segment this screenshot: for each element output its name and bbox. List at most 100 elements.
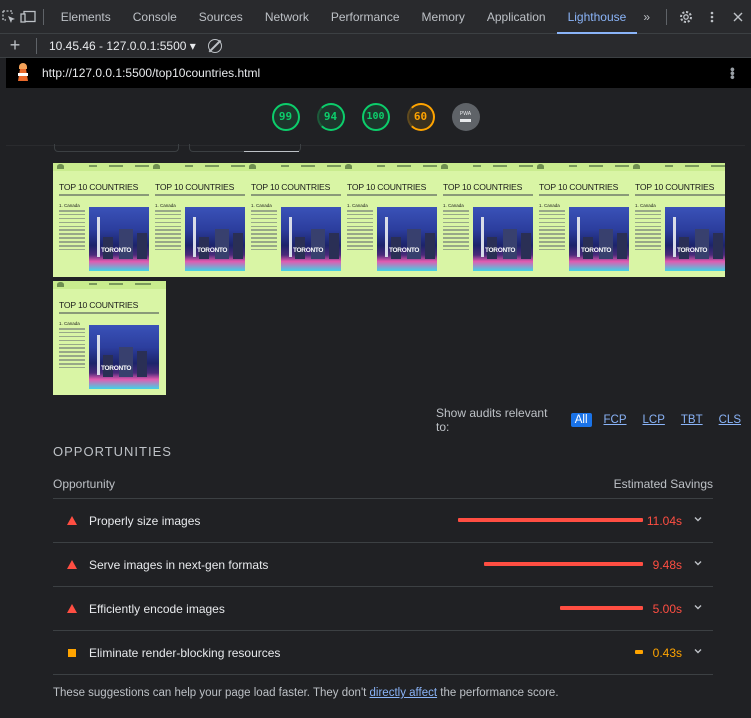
fail-triangle-icon	[67, 560, 77, 569]
tab-console[interactable]: Console	[122, 0, 188, 34]
inspect-element-icon[interactable]	[0, 0, 19, 34]
frame-title: TOP 10 COUNTRIES	[443, 182, 523, 192]
savings-bar	[484, 562, 643, 566]
lighthouse-logo-icon	[16, 63, 30, 83]
frame-heading: 1. Canada	[59, 203, 80, 208]
lighthouse-toolbar: + 10.45.46 - 127.0.0.1:5500 ▾	[0, 34, 751, 58]
frame-subtitle-line	[443, 194, 533, 196]
opportunities-header: Opportunity Estimated Savings	[53, 477, 713, 499]
seo-gauge[interactable]: 60	[406, 102, 435, 131]
frame-text-lines	[59, 210, 85, 253]
close-icon[interactable]	[725, 0, 751, 34]
col-savings: Estimated Savings	[613, 477, 713, 491]
frame-logo-icon	[153, 164, 160, 169]
frame-text-lines	[539, 210, 565, 253]
pwa-badge[interactable]: PWA	[451, 102, 480, 131]
filmstrip-frame: TOP 10 COUNTRIES 1. Canada TORONTO	[629, 163, 725, 277]
tab-sources[interactable]: Sources	[188, 0, 254, 34]
opportunities-title: OPPORTUNITIES	[53, 444, 172, 459]
opportunity-row[interactable]: Properly size images 11.04s	[53, 499, 713, 543]
frame-subtitle-line	[347, 194, 437, 196]
expand-chevron-icon[interactable]	[693, 556, 703, 571]
filter-lcp[interactable]: LCP	[639, 413, 669, 427]
tab-elements[interactable]: Elements	[50, 0, 122, 34]
frame-subtitle-line	[251, 194, 341, 196]
frame-text-lines	[635, 210, 661, 253]
filmstrip-frame: TOP 10 COUNTRIES 1. Canada TORONTO	[533, 163, 629, 277]
opportunity-label: Serve images in next-gen formats	[89, 557, 269, 572]
frame-text-lines	[155, 210, 181, 253]
opportunity-row[interactable]: Serve images in next-gen formats 9.48s	[53, 543, 713, 587]
report-url-bar: http://127.0.0.1:5500/top10countries.htm…	[6, 58, 751, 88]
tab-network[interactable]: Network	[254, 0, 320, 34]
more-options-icon[interactable]	[699, 0, 725, 34]
opportunity-label: Properly size images	[89, 513, 201, 528]
frame-logo-icon	[345, 164, 352, 169]
performance-gauge[interactable]: 99	[271, 102, 300, 131]
savings-value: 11.04s	[646, 514, 682, 528]
fail-triangle-icon	[67, 604, 77, 613]
frame-image-text: TORONTO	[677, 247, 708, 254]
frame-image-text: TORONTO	[101, 247, 132, 254]
more-tabs-icon[interactable]: »	[637, 0, 656, 34]
frame-logo-icon	[249, 164, 256, 169]
frame-heading: 1. Canada	[347, 203, 368, 208]
expand-chevron-icon[interactable]	[693, 512, 703, 527]
frame-city-image: TORONTO	[569, 207, 629, 271]
filmstrip-frame: TOP 10 COUNTRIES 1. Canada TORONTO	[53, 163, 149, 277]
savings-value: 0.43s	[652, 646, 682, 660]
frame-subtitle-line	[59, 312, 159, 314]
frame-city-image: TORONTO	[665, 207, 725, 271]
frame-nav	[53, 281, 166, 289]
tab-application[interactable]: Application	[476, 0, 557, 34]
lighthouse-report: 99 94 100 60 PWA TOP 10 COUNTRIES 1. Cana…	[6, 88, 745, 718]
expand-chevron-icon[interactable]	[693, 644, 703, 659]
clear-reports-icon[interactable]	[207, 38, 222, 53]
score-gauges: 99 94 100 60 PWA	[6, 88, 745, 146]
filter-all[interactable]: All	[570, 413, 592, 427]
frame-nav	[53, 163, 149, 171]
savings-value: 5.00s	[652, 602, 682, 616]
settings-gear-icon[interactable]	[673, 0, 699, 34]
frame-title: TOP 10 COUNTRIES	[59, 300, 139, 310]
savings-bar	[458, 518, 643, 522]
tab-lighthouse[interactable]: Lighthouse	[556, 0, 638, 34]
frame-heading: 1. Canada	[251, 203, 272, 208]
frame-nav	[629, 163, 725, 171]
frame-heading: 1. Canada	[539, 203, 560, 208]
average-square-icon	[68, 648, 76, 657]
device-toolbar-icon[interactable]	[19, 0, 38, 34]
new-report-button[interactable]: +	[0, 35, 30, 56]
best-practices-gauge[interactable]: 100	[361, 102, 390, 131]
frame-nav	[149, 163, 245, 171]
savings-bar	[560, 606, 643, 610]
frame-subtitle-line	[635, 194, 725, 196]
frame-city-image: TORONTO	[281, 207, 341, 271]
tab-performance[interactable]: Performance	[320, 0, 411, 34]
opportunity-row[interactable]: Eliminate render-blocking resources 0.43s	[53, 631, 713, 675]
frame-heading: 1. Canada	[155, 203, 176, 208]
directly-affect-link[interactable]: directly affect	[370, 687, 438, 699]
frame-city-image: TORONTO	[377, 207, 437, 271]
divider	[43, 8, 44, 25]
frame-title: TOP 10 COUNTRIES	[251, 182, 331, 192]
frame-heading: 1. Canada	[443, 203, 464, 208]
frame-subtitle-line	[155, 194, 245, 196]
footnote-text-before: These suggestions can help your page loa…	[53, 687, 370, 699]
tab-memory[interactable]: Memory	[411, 0, 476, 34]
filter-fcp[interactable]: FCP	[600, 413, 631, 427]
frame-city-image: TORONTO	[89, 207, 149, 271]
filter-cls[interactable]: CLS	[715, 413, 745, 427]
filmstrip-frame: TOP 10 COUNTRIES 1. Canada TORONTO	[341, 163, 437, 277]
divider	[666, 8, 667, 25]
filter-tbt[interactable]: TBT	[677, 413, 707, 427]
accessibility-gauge[interactable]: 94	[316, 102, 345, 131]
report-selector[interactable]: 10.45.46 - 127.0.0.1:5500 ▾	[43, 39, 202, 53]
frame-image-text: TORONTO	[485, 247, 516, 254]
frame-logo-icon	[57, 282, 64, 287]
expand-chevron-icon[interactable]	[693, 600, 703, 615]
frame-title: TOP 10 COUNTRIES	[59, 182, 139, 192]
opportunity-row[interactable]: Efficiently encode images 5.00s	[53, 587, 713, 631]
devtools-window: Elements Console Sources Network Perform…	[0, 0, 751, 718]
url-menu-icon[interactable]: •••	[725, 67, 741, 79]
